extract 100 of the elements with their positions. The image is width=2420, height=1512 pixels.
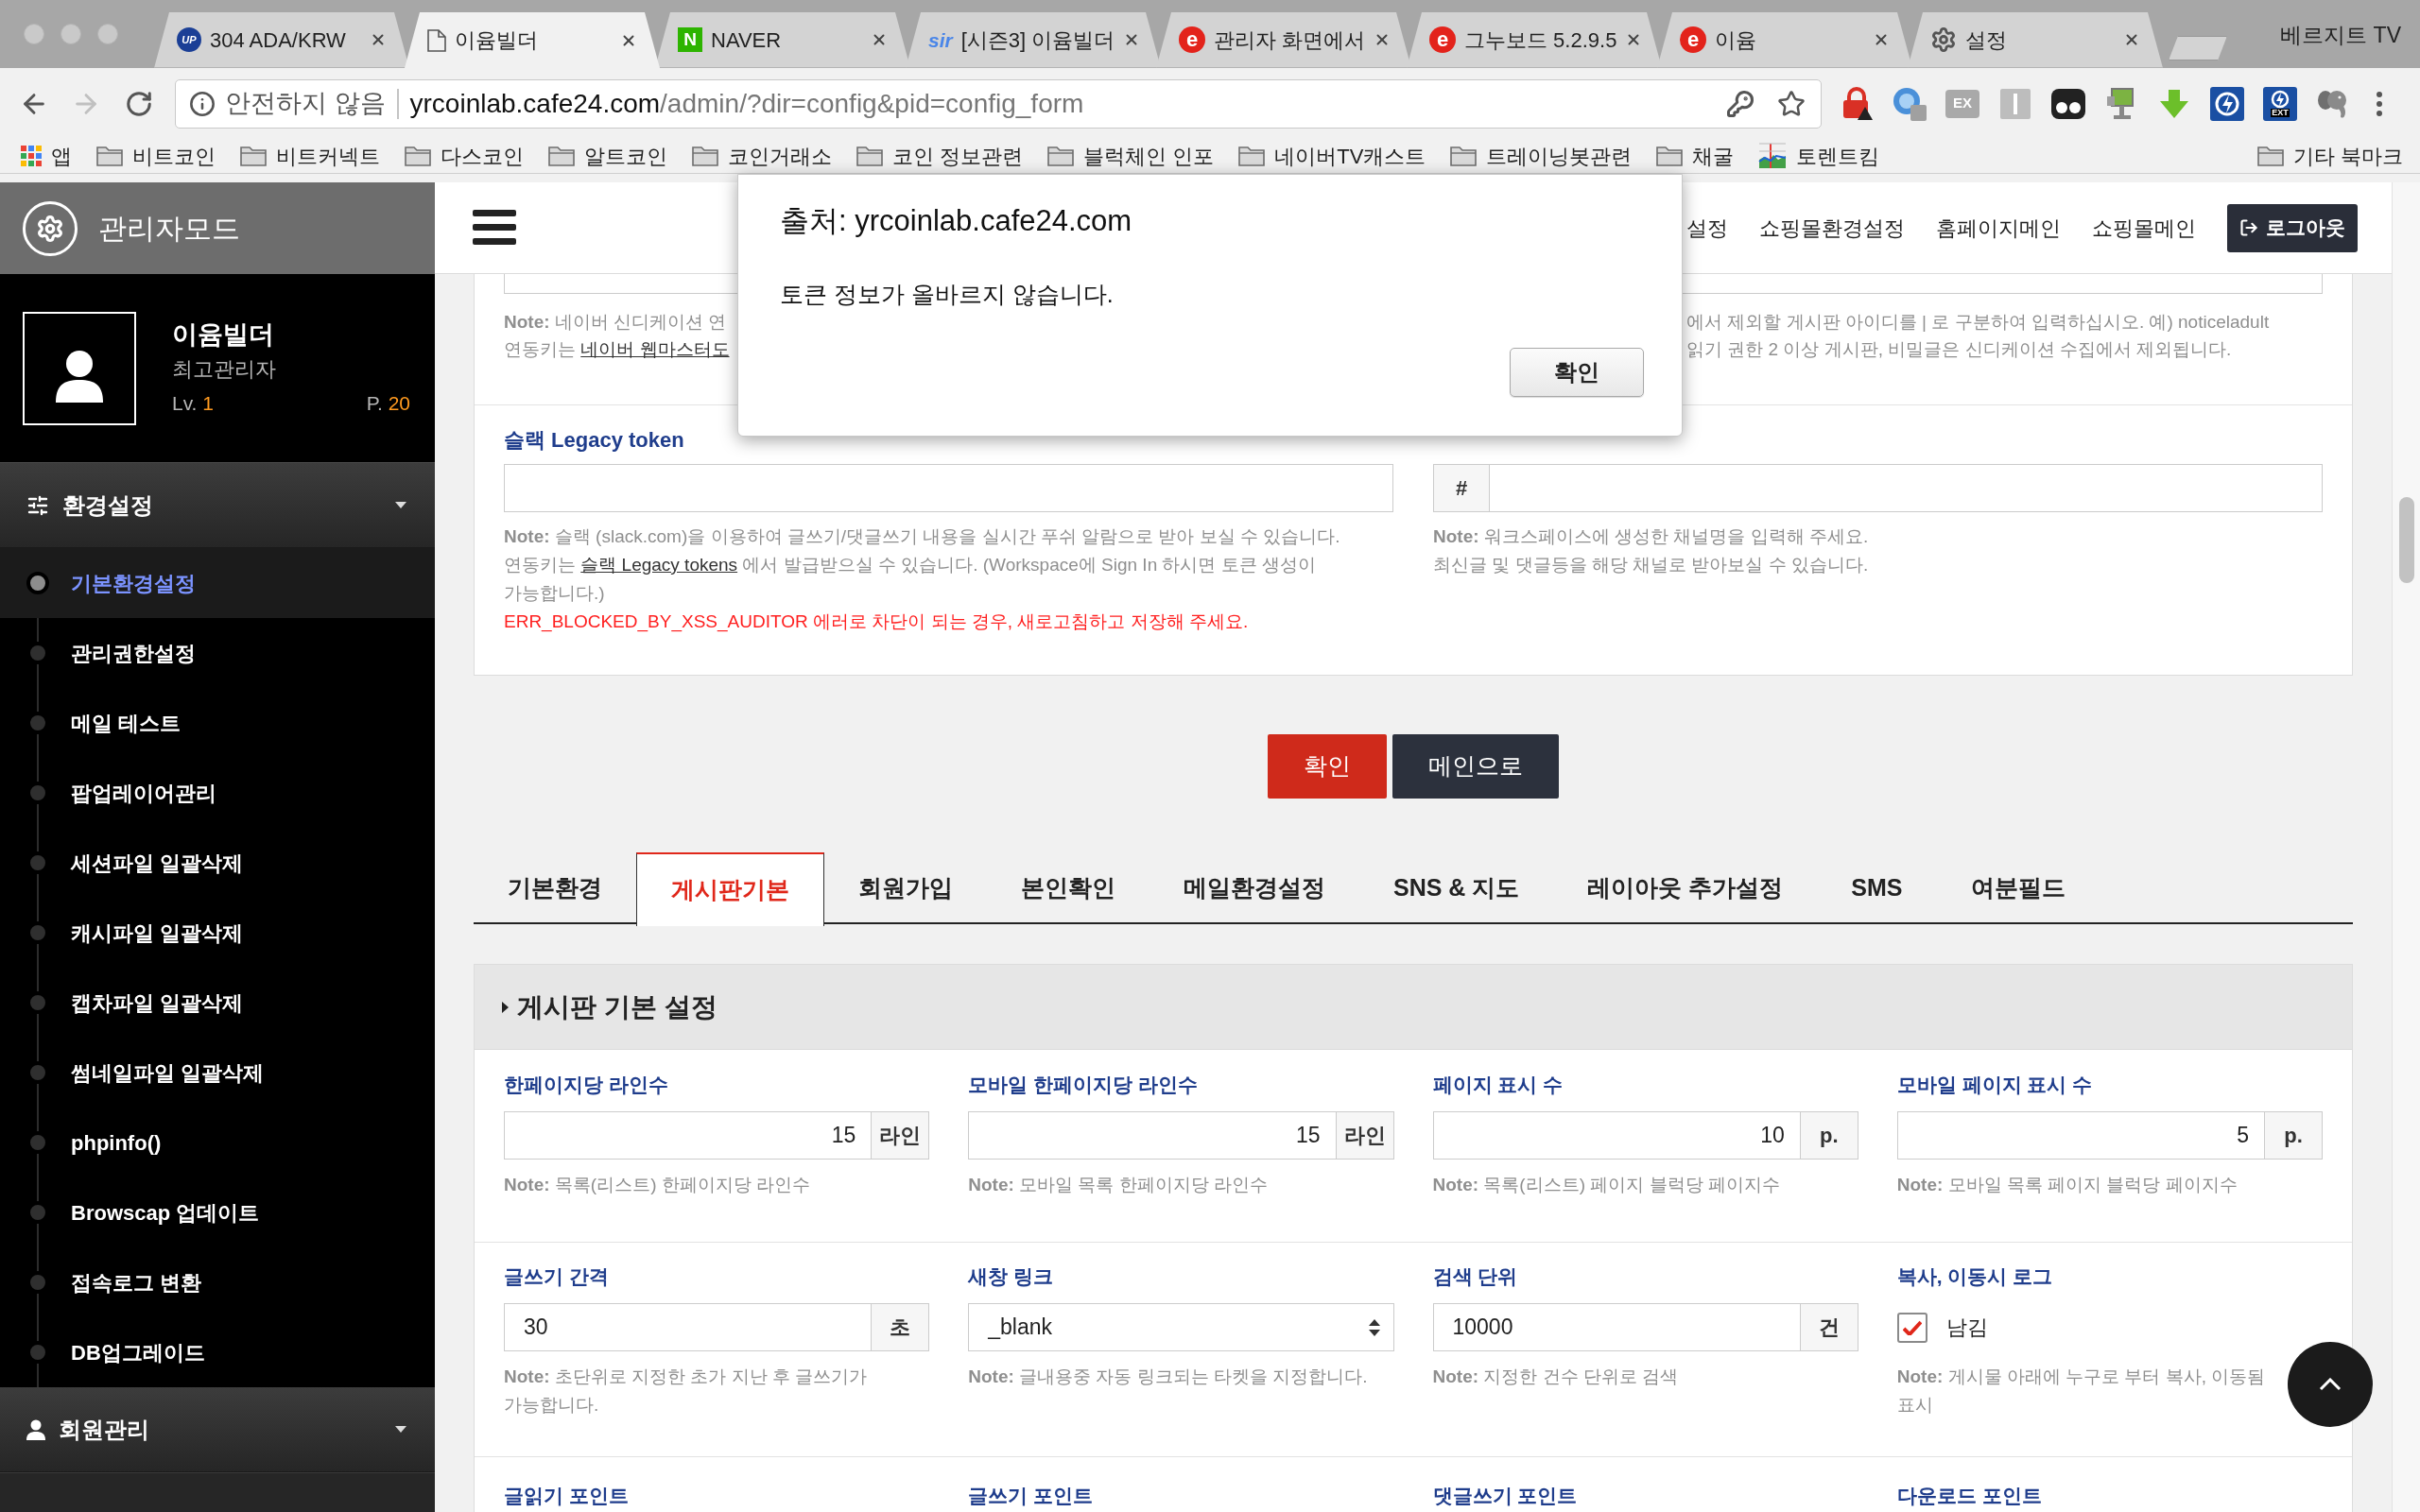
bookmark-item[interactable]: 알트코인 xyxy=(548,140,667,172)
bookmark-item[interactable]: 토렌트킴 xyxy=(1758,140,1880,172)
bookmark-item[interactable]: 비트커넥트 xyxy=(240,140,380,172)
browser-tab[interactable]: 이윰빌더 xyxy=(405,12,660,68)
sidebar-item[interactable]: 메일 테스트 xyxy=(0,688,435,758)
sidebar-item[interactable]: DB업그레이드 xyxy=(0,1317,435,1387)
bookmark-item[interactable]: 트레이닝봇관련 xyxy=(1450,140,1633,172)
nav-link[interactable]: 쇼핑몰메인 xyxy=(2092,212,2196,244)
folder-icon xyxy=(96,146,123,166)
input-field[interactable] xyxy=(1490,464,2323,512)
url-text[interactable]: yrcoinlab.cafe24.com/admin/?dir=config&pid=config_form xyxy=(409,83,1084,124)
close-icon[interactable] xyxy=(1873,31,1890,48)
reload-icon[interactable] xyxy=(125,89,153,118)
sidebar-group[interactable]: 환경설정 xyxy=(0,463,435,548)
close-icon[interactable] xyxy=(2123,31,2140,48)
bookmark-item[interactable]: 코인거래소 xyxy=(692,140,832,172)
sidebar-item[interactable]: 캡차파일 일괄삭제 xyxy=(0,968,435,1038)
nav-link[interactable]: 설정 xyxy=(1686,212,1728,244)
input-field[interactable]: 30 xyxy=(504,1303,873,1351)
browser-tab[interactable]: e 관리자 화면에서 xyxy=(1156,12,1411,68)
caret-down-icon[interactable] xyxy=(395,1426,406,1433)
sidebar-item[interactable]: 접속로그 변환 xyxy=(0,1247,435,1317)
tab[interactable]: 본인확인 xyxy=(987,852,1150,924)
logout-button[interactable]: 로그아웃 xyxy=(2227,203,2358,252)
main-button[interactable]: 메인으로 xyxy=(1392,734,1559,799)
bookmark-item[interactable]: 비트코인 xyxy=(96,140,216,172)
info-icon[interactable] xyxy=(189,90,216,117)
tab[interactable]: 게시판기본 xyxy=(636,852,824,926)
link[interactable]: 슬랙 Legacy tokens xyxy=(580,555,738,575)
address-bar[interactable]: 안전하지 않음 yrcoinlab.cafe24.com/admin/?dir=config&pid=config_form xyxy=(175,78,1822,129)
lock-warning-icon[interactable] xyxy=(1841,86,1873,121)
monitor-icon[interactable] xyxy=(2106,86,2136,121)
page-icon xyxy=(427,28,446,52)
field-label: 한페이지당 라인수 xyxy=(504,1073,669,1097)
eyes-icon[interactable] xyxy=(2051,88,2085,119)
bookmark-item[interactable]: 블럭체인 인포 xyxy=(1047,140,1215,172)
bookmark-item[interactable]: 채굴 xyxy=(1656,140,1735,172)
close-icon[interactable] xyxy=(871,31,888,48)
sidebar-item[interactable]: 캐시파일 일괄삭제 xyxy=(0,898,435,968)
more-menu-icon[interactable] xyxy=(2377,91,2382,116)
site-logo: sir xyxy=(928,29,953,50)
close-icon[interactable] xyxy=(370,31,387,48)
link[interactable]: 네이버 웹마스터도 xyxy=(580,339,730,359)
bookmark-item[interactable]: 앱 xyxy=(21,140,72,172)
tab[interactable]: 메일환경설정 xyxy=(1150,852,1359,924)
chart-icon xyxy=(1758,143,1788,169)
note-text: Note: 슬랙 (slack.com)을 이용하여 글쓰기/댓글쓰기 내용을 실시간 푸쉬 알람으로 받아 보실 수 있습니다. xyxy=(504,525,1341,548)
tab[interactable]: 레이아웃 추가설정 xyxy=(1553,852,1818,924)
bolt-icon[interactable] xyxy=(2210,86,2244,121)
warning-text: ERR_BLOCKED_BY_XSS_AUDITOR 에러로 차단이 되는 경우, 새로고침하고 저장해 주세요. xyxy=(504,610,1250,634)
menu-icon[interactable] xyxy=(473,210,516,246)
nav-link[interactable]: 홈페이지메인 xyxy=(1936,212,2061,244)
profile-name[interactable]: 베르지트 TV xyxy=(2280,19,2401,52)
sidebar-item[interactable]: Browscap 업데이트 xyxy=(0,1177,435,1247)
input-field[interactable]: 15 xyxy=(968,1111,1337,1160)
tab[interactable]: 기본환경 xyxy=(474,852,636,924)
caret-down-icon[interactable] xyxy=(395,502,406,508)
field-label: 글읽기 포인트 xyxy=(504,1484,629,1508)
bookmark-item[interactable]: 네이버TV캐스트 xyxy=(1238,140,1426,172)
input-field[interactable]: 15 xyxy=(504,1111,873,1160)
ring-icon[interactable] xyxy=(1893,86,1927,121)
browser-tab[interactable]: e 이윰 xyxy=(1657,12,1912,68)
sidebar-item[interactable]: 관리권한설정 xyxy=(0,618,435,688)
bookmark-star-icon[interactable] xyxy=(1777,89,1806,118)
scrollbar-thumb[interactable] xyxy=(2398,497,2414,583)
input-field[interactable]: 10000 xyxy=(1432,1303,1801,1351)
sidebar-group[interactable]: 회원관리 xyxy=(0,1387,435,1472)
browser-tab[interactable]: UP 304 ADA/KRW xyxy=(154,12,409,68)
tab[interactable]: SNS & 지도 xyxy=(1359,852,1554,924)
sidebar-item[interactable]: 썸네일파일 일괄삭제 xyxy=(0,1038,435,1108)
browser-tab[interactable]: N NAVER xyxy=(655,12,910,68)
sidebar-item[interactable]: 기본환경설정 xyxy=(0,548,435,618)
key-icon[interactable] xyxy=(1726,89,1754,118)
confirm-button[interactable]: 확인 xyxy=(1268,734,1387,799)
folder-icon xyxy=(1238,146,1266,166)
tab[interactable]: 여분필드 xyxy=(1936,852,2100,924)
security-label[interactable]: 안전하지 않음 xyxy=(225,84,386,123)
bookmark-item[interactable]: 기타 북마크 xyxy=(2256,140,2403,172)
browser-tab[interactable]: sir [시즌3] 이윰빌더 xyxy=(906,12,1161,68)
bookmark-item[interactable]: 다스코인 xyxy=(405,140,524,172)
browser-tab[interactable]: 설정 xyxy=(1908,12,2163,68)
bookmark-item[interactable]: 코인 정보관련 xyxy=(856,140,1024,172)
input-field[interactable] xyxy=(504,464,1393,512)
sidebar-item[interactable]: 세션파일 일괄삭제 xyxy=(0,828,435,898)
field-label: 모바일 페이지 표시 수 xyxy=(1896,1073,2094,1097)
sidebar-item[interactable]: 팝업레이어관리 xyxy=(0,758,435,828)
ok-button[interactable]: 확인 xyxy=(1510,348,1644,397)
sidebar-item[interactable]: phpinfo() xyxy=(0,1108,435,1177)
extension-logo[interactable]: EXT xyxy=(2263,86,2297,121)
input-field[interactable]: 5 xyxy=(1896,1111,2265,1160)
note-text: Note: 목록(리스트) 페이지 블럭당 페이지수 xyxy=(1432,1174,1781,1196)
browser-tab[interactable]: e 그누보드 5.2.9.5 xyxy=(1407,12,1662,68)
input-field[interactable]: 10 xyxy=(1432,1111,1801,1160)
note-text: Note: 모바일 목록 페이지 블럭당 페이지수 xyxy=(1896,1174,2238,1196)
tab[interactable]: 회원가입 xyxy=(824,852,987,924)
tab[interactable]: SMS xyxy=(1817,852,1937,924)
elephant-icon[interactable] xyxy=(2317,88,2349,119)
checkbox[interactable] xyxy=(1896,1312,1927,1343)
nav-link[interactable]: 쇼핑몰환경설정 xyxy=(1759,212,1905,244)
select-field[interactable]: _blank xyxy=(968,1303,1394,1351)
